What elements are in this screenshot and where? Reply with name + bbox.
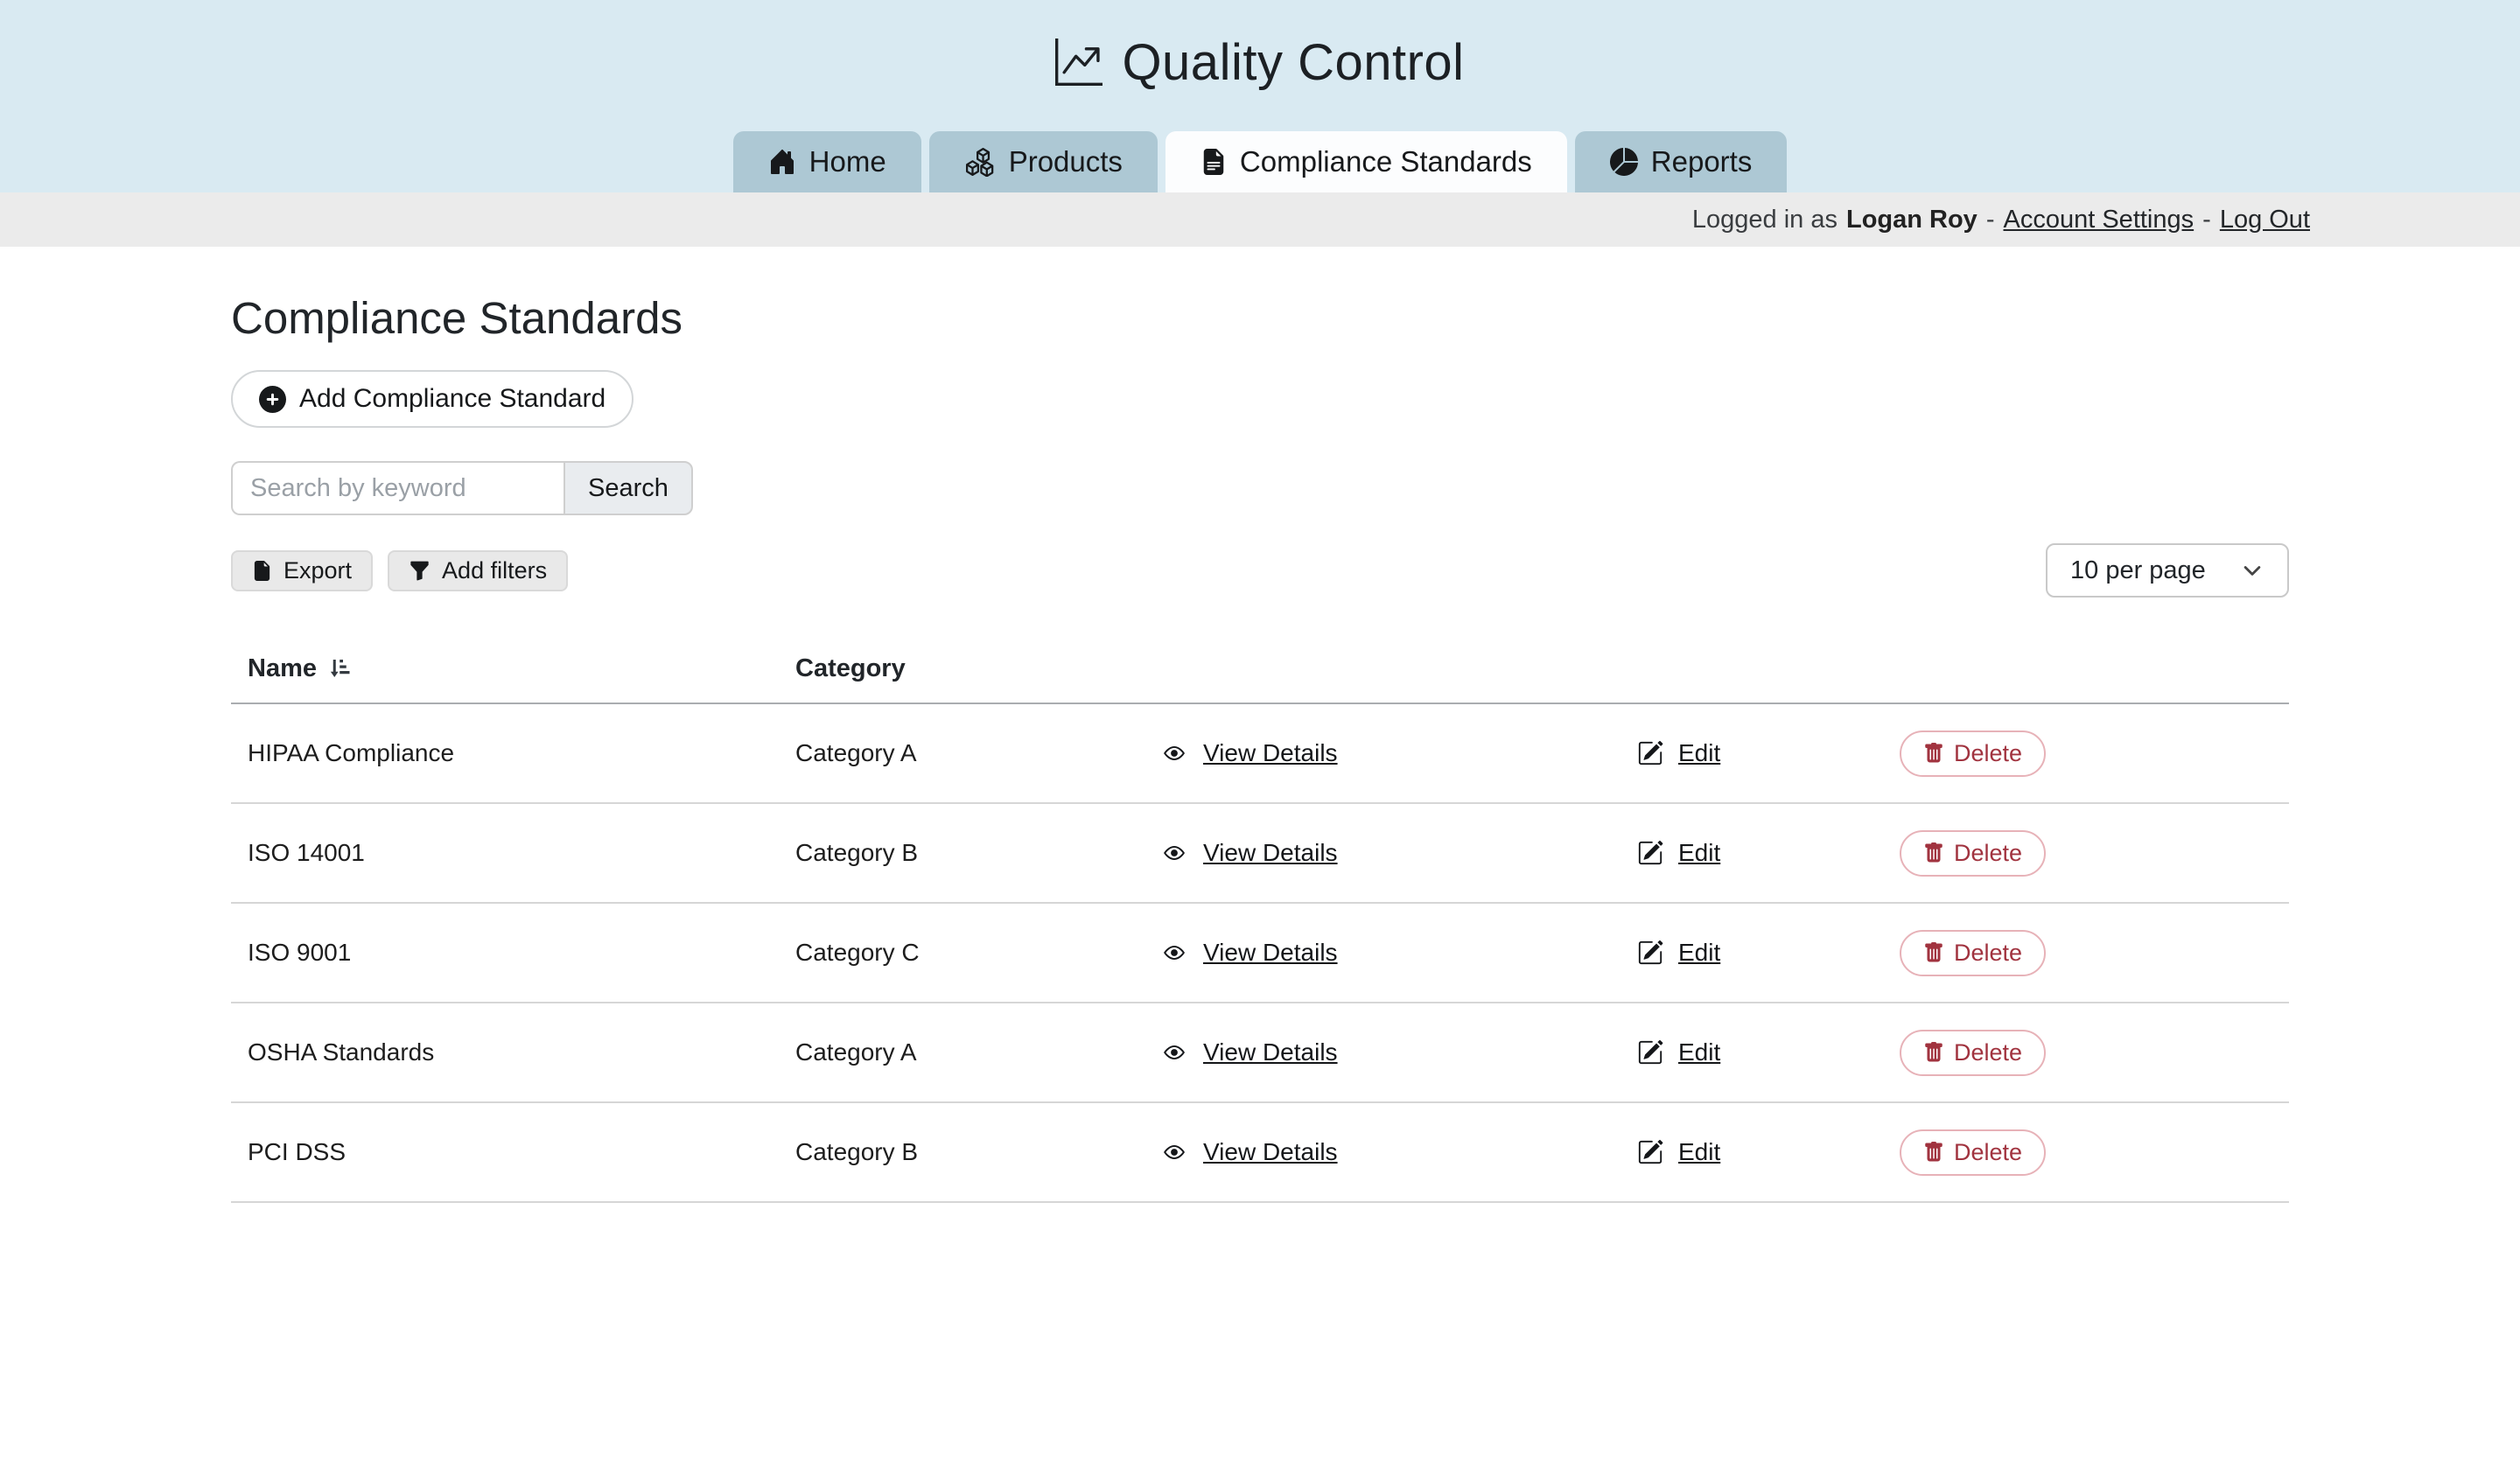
sort-icon (326, 655, 352, 682)
table-row: ISO 14001 Category B View Details Edit D… (231, 804, 2289, 904)
tab-label: Compliance Standards (1240, 145, 1532, 178)
view-details-link[interactable]: View Details (1203, 739, 1338, 767)
userbar: Logged in as Logan Roy - Account Setting… (0, 192, 2520, 247)
edit-link[interactable]: Edit (1678, 839, 1720, 867)
export-label: Export (284, 557, 352, 584)
table-row: OSHA Standards Category A View Details E… (231, 1003, 2289, 1103)
username: Logan Roy (1846, 206, 1978, 234)
delete-label: Delete (1954, 940, 2022, 967)
row-name: OSHA Standards (231, 1038, 795, 1066)
delete-button[interactable]: Delete (1900, 1030, 2046, 1076)
pencil-square-icon (1637, 840, 1663, 866)
tab-label: Products (1009, 145, 1123, 178)
add-compliance-standard-button[interactable]: Add Compliance Standard (231, 370, 634, 428)
row-name: PCI DSS (231, 1138, 795, 1166)
row-category: Category A (795, 739, 1160, 767)
row-name: ISO 14001 (231, 839, 795, 867)
delete-button[interactable]: Delete (1900, 930, 2046, 976)
pie-chart-icon (1610, 148, 1638, 176)
delete-label: Delete (1954, 840, 2022, 867)
page-title: Quality Control (1122, 33, 1464, 92)
category-column-header: Category (795, 654, 1160, 683)
row-name: ISO 9001 (231, 939, 795, 967)
eye-icon (1160, 1141, 1188, 1164)
per-page-select[interactable]: 10 per page (2046, 543, 2289, 598)
standards-table: Name Category HIPAA Compliance Category … (231, 634, 2289, 1203)
separator: - (2202, 206, 2211, 234)
main-content: Compliance Standards Add Compliance Stan… (0, 292, 2520, 1203)
view-details-link[interactable]: View Details (1203, 839, 1338, 867)
delete-button[interactable]: Delete (1900, 830, 2046, 877)
file-lines-icon (1200, 147, 1227, 177)
pencil-square-icon (1637, 1139, 1663, 1165)
row-category: Category C (795, 939, 1160, 967)
separator: - (1986, 206, 1995, 234)
tab-home[interactable]: Home (733, 131, 921, 192)
row-category: Category B (795, 1138, 1160, 1166)
toolbar: Export Add filters 10 per page (231, 543, 2289, 598)
row-category: Category B (795, 839, 1160, 867)
delete-label: Delete (1954, 1139, 2022, 1166)
delete-button[interactable]: Delete (1900, 1129, 2046, 1176)
eye-icon (1160, 842, 1188, 864)
eye-icon (1160, 1041, 1188, 1064)
logged-in-text: Logged in as (1692, 206, 1838, 234)
trash-icon (1923, 1141, 1944, 1164)
file-icon (252, 559, 272, 583)
tab-label: Home (809, 145, 886, 178)
export-button[interactable]: Export (231, 550, 373, 591)
search-group: Search (231, 461, 2289, 515)
eye-icon (1160, 742, 1188, 765)
eye-icon (1160, 941, 1188, 964)
funnel-icon (409, 560, 430, 582)
chevron-down-icon (2240, 558, 2264, 583)
delete-label: Delete (1954, 1039, 2022, 1066)
tab-label: Reports (1651, 145, 1753, 178)
view-details-link[interactable]: View Details (1203, 1038, 1338, 1066)
add-filters-button[interactable]: Add filters (388, 550, 568, 591)
app-header: Quality Control Home Products (0, 0, 2520, 192)
tab-compliance-standards[interactable]: Compliance Standards (1166, 131, 1567, 192)
delete-label: Delete (1954, 740, 2022, 767)
circle-plus-icon (259, 386, 286, 413)
delete-button[interactable]: Delete (1900, 731, 2046, 777)
table-header-row: Name Category (231, 634, 2289, 704)
account-settings-link[interactable]: Account Settings (2004, 206, 2194, 234)
pencil-square-icon (1637, 740, 1663, 766)
toolbar-left: Export Add filters (231, 550, 568, 591)
trash-icon (1923, 742, 1944, 765)
search-button[interactable]: Search (564, 461, 693, 515)
edit-link[interactable]: Edit (1678, 1138, 1720, 1166)
tab-reports[interactable]: Reports (1575, 131, 1788, 192)
section-heading: Compliance Standards (231, 292, 2289, 344)
table-row: PCI DSS Category B View Details Edit Del… (231, 1103, 2289, 1203)
row-name: HIPAA Compliance (231, 739, 795, 767)
trash-icon (1923, 941, 1944, 964)
search-input[interactable] (231, 461, 564, 515)
tab-products[interactable]: Products (929, 131, 1158, 192)
trash-icon (1923, 1041, 1944, 1064)
name-column-header[interactable]: Name (231, 654, 795, 683)
brand: Quality Control (0, 26, 2520, 98)
add-button-label: Add Compliance Standard (299, 384, 606, 414)
trash-icon (1923, 842, 1944, 864)
edit-link[interactable]: Edit (1678, 1038, 1720, 1066)
view-details-link[interactable]: View Details (1203, 939, 1338, 967)
edit-link[interactable]: Edit (1678, 939, 1720, 967)
log-out-link[interactable]: Log Out (2220, 206, 2310, 234)
per-page-value: 10 per page (2070, 556, 2206, 585)
pencil-square-icon (1637, 1039, 1663, 1066)
cubes-icon (964, 147, 996, 177)
row-category: Category A (795, 1038, 1160, 1066)
table-row: ISO 9001 Category C View Details Edit De… (231, 904, 2289, 1003)
nav-tabs: Home Products Compliance Standards (0, 131, 2520, 192)
pencil-square-icon (1637, 940, 1663, 966)
edit-link[interactable]: Edit (1678, 739, 1720, 767)
name-header-label: Name (248, 654, 317, 683)
chart-line-icon (1055, 38, 1102, 86)
add-filters-label: Add filters (442, 557, 547, 584)
table-row: HIPAA Compliance Category A View Details… (231, 704, 2289, 804)
view-details-link[interactable]: View Details (1203, 1138, 1338, 1166)
home-icon (768, 148, 796, 176)
